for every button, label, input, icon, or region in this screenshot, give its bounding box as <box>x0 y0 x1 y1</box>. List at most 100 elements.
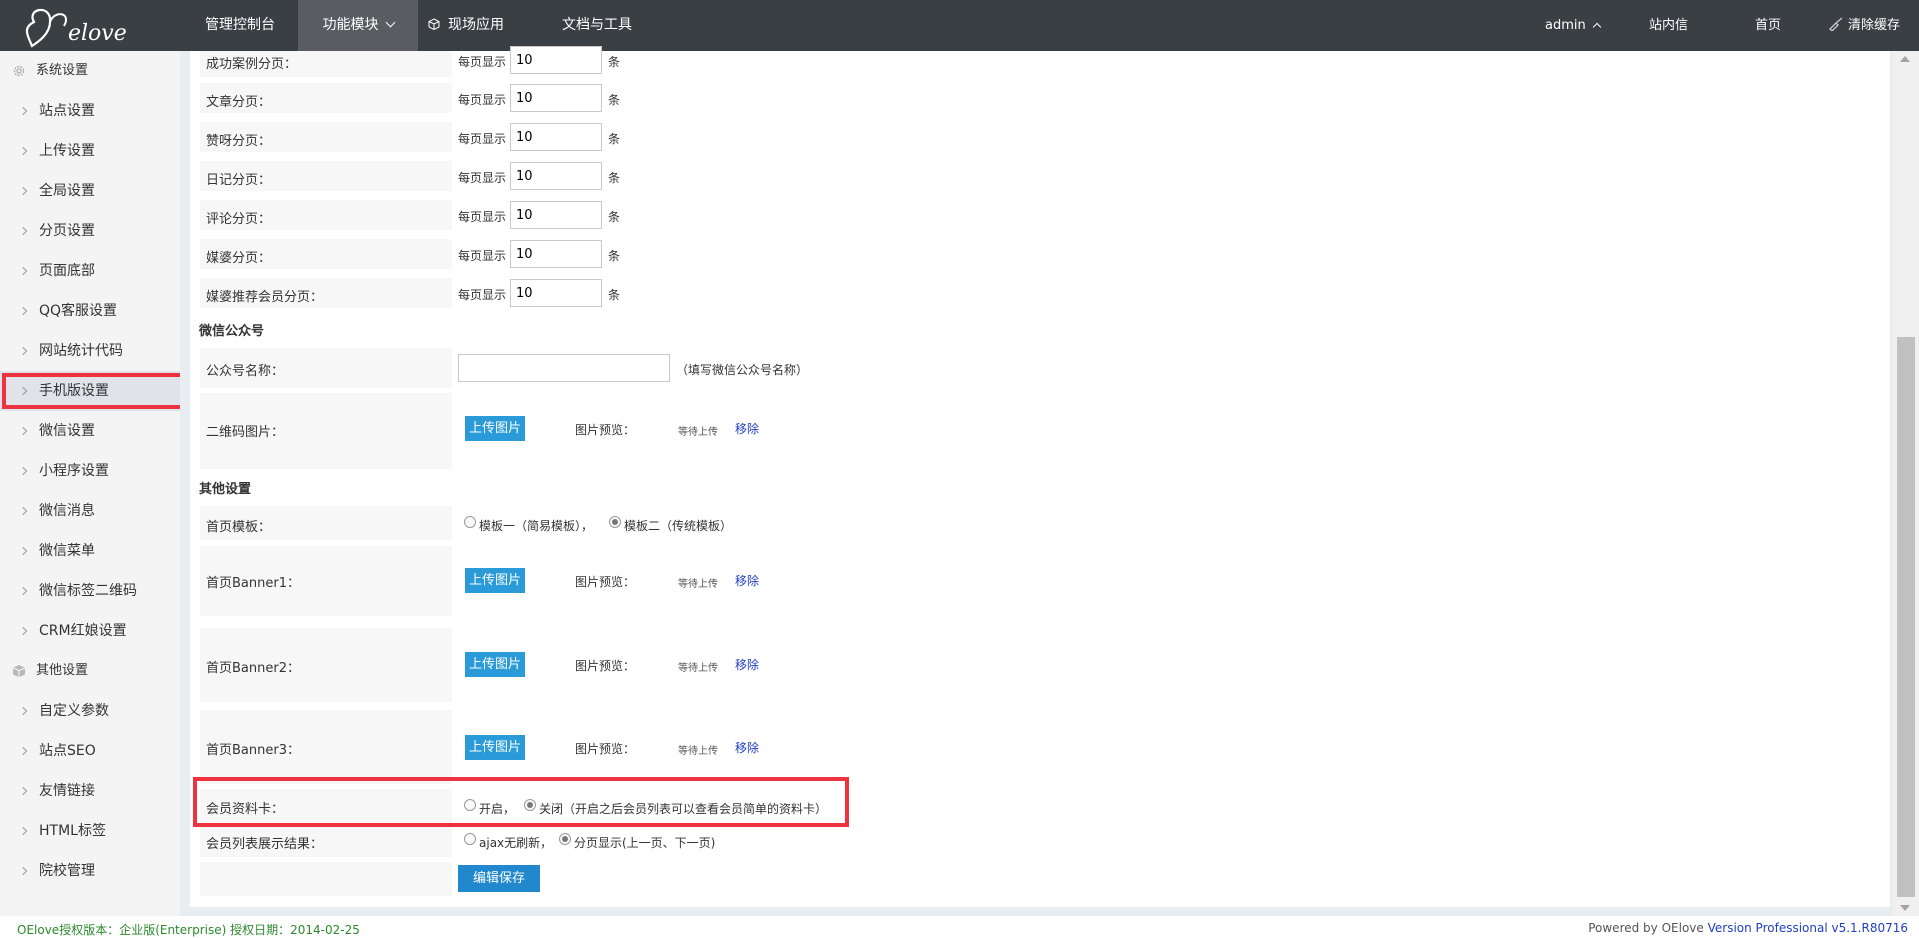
per-page-prefix: 每页显示 <box>458 132 507 146</box>
per-page-prefix: 每页显示 <box>458 288 507 302</box>
box-icon <box>12 665 26 678</box>
sidebar-item-label: QQ客服设置 <box>39 303 118 319</box>
chevron-right-icon <box>18 306 28 316</box>
sidebar-item-label: 上传设置 <box>39 143 95 159</box>
member-card-radio-off[interactable] <box>524 799 536 811</box>
template-radio-simple[interactable] <box>464 516 476 528</box>
sidebar-item-wechat-settings[interactable]: 微信设置 <box>0 411 180 451</box>
preview-label: 图片预览： <box>575 575 636 589</box>
member-card-radio-on[interactable] <box>464 799 476 811</box>
sidebar-item-miniprogram-settings[interactable]: 小程序设置 <box>0 451 180 491</box>
remove-banner3-link[interactable]: 移除 <box>735 739 759 756</box>
preview-label: 图片预览： <box>575 659 636 673</box>
sidebar-item-label: 微信菜单 <box>39 543 95 559</box>
footer: OElove授权版本：企业版(Enterprise) 授权日期：2014-02-… <box>0 916 1919 938</box>
sidebar-item-school-management[interactable]: 院校管理 <box>0 851 180 891</box>
sidebar-item-label: 微信消息 <box>39 503 95 519</box>
template-radio-classic[interactable] <box>609 516 621 528</box>
article-page-size-input[interactable] <box>510 84 602 112</box>
form-label-cell: 会员资料卡： <box>200 789 452 823</box>
sidebar-item-qq-service[interactable]: QQ客服设置 <box>0 291 180 331</box>
field-label: 会员列表展示结果： <box>206 837 324 852</box>
chevron-right-icon <box>18 386 28 396</box>
chevron-right-icon <box>18 826 28 836</box>
sidebar-item-html-tags[interactable]: HTML标签 <box>0 811 180 851</box>
sidebar-item-friend-links[interactable]: 友情链接 <box>0 771 180 811</box>
field-label: 评论分页： <box>206 212 272 227</box>
recommend-member-page-size-input[interactable] <box>510 279 602 307</box>
chevron-right-icon <box>18 186 28 196</box>
sidebar-item-page-footer[interactable]: 页面底部 <box>0 251 180 291</box>
sidebar-item-site-seo[interactable]: 站点SEO <box>0 731 180 771</box>
remove-qr-link[interactable]: 移除 <box>735 420 759 437</box>
upload-status: 等待上传 <box>678 746 718 757</box>
oelove-logo[interactable]: elove <box>20 2 170 50</box>
edit-save-button[interactable]: 编辑保存 <box>458 865 540 892</box>
chevron-right-icon <box>18 706 28 716</box>
upload-qr-button[interactable]: 上传图片 <box>465 416 525 441</box>
sidebar-item-mobile-settings[interactable]: 手机版设置 <box>0 371 180 411</box>
upload-banner3-button[interactable]: 上传图片 <box>465 735 525 760</box>
version-link[interactable]: Version Professional v5.1.R80716 <box>1708 921 1908 935</box>
clear-cache-button[interactable]: 清除缓存 <box>1828 0 1900 51</box>
wechat-name-input[interactable] <box>458 354 670 382</box>
member-list-radio-paged[interactable] <box>559 833 571 845</box>
section-title-other: 其他设置 <box>199 482 252 497</box>
sidebar-item-pagination-settings[interactable]: 分页设置 <box>0 211 180 251</box>
nav-home[interactable]: 首页 <box>1755 0 1781 51</box>
matchmaker-page-size-input[interactable] <box>510 240 602 268</box>
case-page-size-input[interactable] <box>510 46 602 74</box>
chevron-right-icon <box>18 466 28 476</box>
per-page-suffix: 条 <box>608 210 621 224</box>
nav-dashboard[interactable]: 管理控制台 <box>185 0 295 51</box>
scroll-down-arrow-icon[interactable] <box>1900 905 1910 911</box>
nav-onsite-apps[interactable]: 现场应用 <box>428 0 504 51</box>
per-page-prefix: 每页显示 <box>458 249 507 263</box>
sidebar-item-label: CRM红娘设置 <box>39 623 127 639</box>
diary-page-size-input[interactable] <box>510 162 602 190</box>
sidebar-item-site-settings[interactable]: 站点设置 <box>0 91 180 131</box>
upload-banner2-button[interactable]: 上传图片 <box>465 652 525 677</box>
sidebar-item-custom-params[interactable]: 自定义参数 <box>0 691 180 731</box>
chevron-up-icon <box>1592 22 1601 32</box>
sidebar-item-analytics-code[interactable]: 网站统计代码 <box>0 331 180 371</box>
form-label-cell: 二维码图片： <box>200 393 452 469</box>
nav-inbox[interactable]: 站内信 <box>1649 0 1688 51</box>
form-label-cell: 会员列表展示结果： <box>200 825 452 857</box>
scroll-up-arrow-icon[interactable] <box>1900 56 1910 62</box>
remove-banner1-link[interactable]: 移除 <box>735 572 759 589</box>
scrollbar-thumb[interactable] <box>1897 337 1915 897</box>
sidebar-item-crm-matchmaker[interactable]: CRM红娘设置 <box>0 611 180 651</box>
member-list-radio-ajax[interactable] <box>464 833 476 845</box>
chevron-right-icon <box>18 786 28 796</box>
nav-function-modules[interactable]: 功能模块 <box>298 0 418 51</box>
nav-docs-tools[interactable]: 文档与工具 <box>562 0 632 51</box>
sidebar-group-other[interactable]: 其他设置 <box>0 651 180 691</box>
sidebar-item-wechat-messages[interactable]: 微信消息 <box>0 491 180 531</box>
user-menu[interactable]: admin <box>1545 0 1601 51</box>
chevron-right-icon <box>18 226 28 236</box>
username: admin <box>1545 18 1586 33</box>
comment-page-size-input[interactable] <box>510 201 602 229</box>
field-label: 文章分页： <box>206 95 272 110</box>
sidebar-group-label: 其他设置 <box>36 663 89 678</box>
remove-banner2-link[interactable]: 移除 <box>735 656 759 673</box>
praise-page-size-input[interactable] <box>510 123 602 151</box>
chevron-right-icon <box>18 346 28 356</box>
chevron-right-icon <box>18 146 28 156</box>
sidebar-item-wechat-tag-qrcode[interactable]: 微信标签二维码 <box>0 571 180 611</box>
sidebar-item-upload-settings[interactable]: 上传设置 <box>0 131 180 171</box>
per-page-suffix: 条 <box>608 55 621 69</box>
chevron-right-icon <box>18 586 28 596</box>
sidebar-item-global-settings[interactable]: 全局设置 <box>0 171 180 211</box>
section-title-wechat: 微信公众号 <box>199 324 265 339</box>
upload-banner1-button[interactable]: 上传图片 <box>465 568 525 593</box>
top-navigation-bar: elove 管理控制台 功能模块 现场应用 文档与工具 admin 站内信 首页… <box>0 0 1919 51</box>
form-label-cell: 公众号名称： <box>200 348 452 388</box>
sidebar-item-label: 站点SEO <box>39 743 96 759</box>
clear-cache-label: 清除缓存 <box>1848 18 1901 33</box>
sidebar-item-label: 自定义参数 <box>39 703 109 719</box>
sidebar-item-label: 手机版设置 <box>39 383 109 399</box>
sidebar-group-system[interactable]: 系统设置 <box>0 51 180 91</box>
sidebar-item-wechat-menu[interactable]: 微信菜单 <box>0 531 180 571</box>
